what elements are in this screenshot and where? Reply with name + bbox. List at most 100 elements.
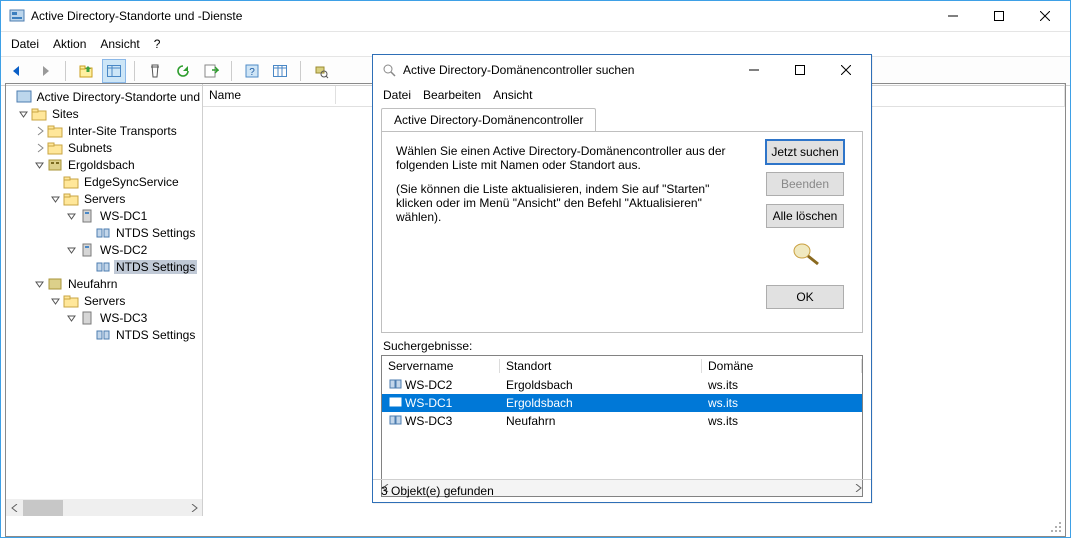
tree-hscrollbar[interactable] [6, 499, 202, 516]
close-button[interactable] [1022, 1, 1068, 31]
toolbar-separator [65, 61, 66, 81]
dialog-maximize-button[interactable] [777, 55, 823, 85]
cell-site: Neufahrn [506, 414, 555, 428]
tree-ntds-2[interactable]: NTDS Settings [114, 260, 197, 274]
refresh-button[interactable] [171, 59, 195, 83]
site-icon [47, 276, 63, 292]
show-tree-button[interactable] [102, 59, 126, 83]
tree-site-neufahrn[interactable]: Neufahrn [66, 277, 119, 291]
forward-button[interactable] [33, 59, 57, 83]
twisty-open-icon[interactable] [50, 295, 62, 307]
dialog-menu-ansicht[interactable]: Ansicht [493, 88, 532, 102]
tree-view[interactable]: Active Directory-Standorte und Sites Int… [6, 84, 202, 499]
find-dc-dialog: Active Directory-Domänencontroller suche… [372, 54, 872, 503]
menu-aktion[interactable]: Aktion [53, 37, 86, 51]
columns-button[interactable] [268, 59, 292, 83]
ntds-icon [95, 225, 111, 241]
tree-servers-2[interactable]: Servers [82, 294, 127, 308]
site-icon [47, 157, 63, 173]
scroll-thumb[interactable] [23, 500, 63, 516]
button-label: OK [796, 290, 813, 304]
col-label: Servername [388, 359, 453, 373]
ntds-icon [95, 259, 111, 275]
cell-site: Ergoldsbach [506, 378, 573, 392]
minimize-button[interactable] [930, 1, 976, 31]
col-label: Domäne [708, 359, 753, 373]
server-icon [79, 208, 95, 224]
main-statusbar [5, 516, 1066, 537]
twisty-open-icon[interactable] [66, 210, 78, 222]
twisty-open-icon[interactable] [66, 244, 78, 256]
main-window: Active Directory-Standorte und -Dienste … [0, 0, 1071, 538]
tree-site-ergoldsbach[interactable]: Ergoldsbach [66, 158, 137, 172]
back-button[interactable] [5, 59, 29, 83]
button-label: Alle löschen [773, 209, 838, 223]
tree-dc3[interactable]: WS-DC3 [98, 311, 149, 325]
scroll-right-icon[interactable] [185, 499, 202, 516]
tree-ist[interactable]: Inter-Site Transports [66, 124, 179, 138]
server-icon [79, 242, 95, 258]
export-button[interactable] [199, 59, 223, 83]
cell-domain: ws.its [708, 378, 738, 392]
result-row[interactable]: WS-DC1Ergoldsbachws.its [382, 394, 862, 412]
toolbar-separator [231, 61, 232, 81]
col-label: Standort [506, 359, 551, 373]
folder-icon [63, 293, 79, 309]
stop-button[interactable]: Beenden [766, 172, 844, 196]
col-name[interactable]: Name [209, 88, 241, 102]
tree-servers-1[interactable]: Servers [82, 192, 127, 206]
app-icon [16, 89, 32, 105]
server-icon [79, 310, 95, 326]
dialog-title: Active Directory-Domänencontroller suche… [403, 63, 731, 77]
clear-all-button[interactable]: Alle löschen [766, 204, 844, 228]
ok-button[interactable]: OK [766, 285, 844, 309]
up-button[interactable] [74, 59, 98, 83]
menu-datei[interactable]: Datei [11, 37, 39, 51]
help-button[interactable]: ? [240, 59, 264, 83]
search-now-button[interactable]: Jetzt suchen [766, 140, 844, 164]
results-body[interactable]: WS-DC2Ergoldsbachws.itsWS-DC1Ergoldsbach… [382, 376, 862, 479]
tree-dc2[interactable]: WS-DC2 [98, 243, 149, 257]
result-row[interactable]: WS-DC2Ergoldsbachws.its [382, 376, 862, 394]
button-label: Jetzt suchen [771, 145, 838, 159]
twisty-open-icon[interactable] [50, 193, 62, 205]
menu-help[interactable]: ? [154, 37, 161, 51]
resize-grip-icon[interactable] [1047, 518, 1065, 536]
twisty-open-icon[interactable] [18, 108, 30, 120]
dialog-minimize-button[interactable] [731, 55, 777, 85]
find-icon [381, 62, 397, 78]
twisty-closed-icon[interactable] [34, 125, 46, 137]
col-domaene[interactable]: Domäne [702, 356, 862, 376]
tab-label: Active Directory-Domänencontroller [394, 113, 583, 127]
dialog-close-button[interactable] [823, 55, 869, 85]
tree-root[interactable]: Active Directory-Standorte und [35, 90, 202, 104]
tree-edgesync[interactable]: EdgeSyncService [82, 175, 181, 189]
tree-dc1[interactable]: WS-DC1 [98, 209, 149, 223]
col-servername[interactable]: Servername [382, 356, 500, 376]
results-label: Suchergebnisse: [383, 339, 861, 353]
twisty-closed-icon[interactable] [34, 142, 46, 154]
scroll-left-icon[interactable] [6, 499, 23, 516]
tree-subnets[interactable]: Subnets [66, 141, 114, 155]
twisty-open-icon[interactable] [34, 159, 46, 171]
main-titlebar: Active Directory-Standorte und -Dienste [1, 1, 1070, 31]
tree-ntds-3[interactable]: NTDS Settings [114, 328, 197, 342]
folder-icon [47, 140, 63, 156]
tree-sites[interactable]: Sites [50, 107, 81, 121]
dialog-menu-datei[interactable]: Datei [383, 88, 411, 102]
maximize-button[interactable] [976, 1, 1022, 31]
dialog-tabstrip: Active Directory-Domänencontroller [381, 107, 863, 131]
result-row[interactable]: WS-DC3Neufahrnws.its [382, 412, 862, 430]
twisty-open-icon[interactable] [66, 312, 78, 324]
delete-button[interactable] [143, 59, 167, 83]
twisty-open-icon[interactable] [34, 278, 46, 290]
find-dc-button[interactable] [309, 59, 333, 83]
results-header[interactable]: Servername Standort Domäne [382, 356, 862, 376]
menu-ansicht[interactable]: Ansicht [100, 37, 139, 51]
dialog-menubar: Datei Bearbeiten Ansicht [373, 85, 871, 107]
tab-dc[interactable]: Active Directory-Domänencontroller [381, 108, 596, 131]
col-standort[interactable]: Standort [500, 356, 702, 376]
dialog-menu-bearbeiten[interactable]: Bearbeiten [423, 88, 481, 102]
main-title: Active Directory-Standorte und -Dienste [31, 9, 930, 23]
tree-ntds-1[interactable]: NTDS Settings [114, 226, 197, 240]
